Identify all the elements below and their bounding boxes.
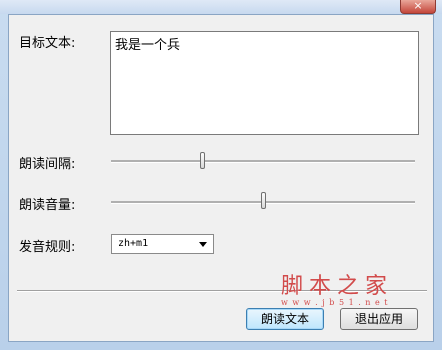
target-text-label: 目标文本: xyxy=(19,36,76,51)
rule-select-value: zh+m1 xyxy=(118,238,149,249)
interval-slider-track[interactable] xyxy=(111,160,415,163)
watermark: 脚本之家 w w w . j b 5 1 . n e t xyxy=(281,268,393,307)
volume-slider-thumb[interactable] xyxy=(260,192,266,209)
close-icon: × xyxy=(413,0,423,12)
exit-app-button[interactable]: 退出应用 xyxy=(340,308,418,330)
client-area: 目标文本: 我是一个兵 朗读间隔: 朗读音量: 发音规则: zh+m1 脚本之家… xyxy=(8,14,434,342)
watermark-subtitle: w w w . j b 5 1 . n e t xyxy=(281,298,389,307)
title-bar: × xyxy=(0,0,442,14)
target-text-input[interactable]: 我是一个兵 xyxy=(110,31,419,135)
rule-label: 发音规则: xyxy=(19,240,76,255)
volume-label: 朗读音量: xyxy=(19,198,76,213)
interval-slider-thumb[interactable] xyxy=(199,152,205,169)
read-text-button[interactable]: 朗读文本 xyxy=(246,308,324,330)
window-frame: × 目标文本: 我是一个兵 朗读间隔: 朗读音量: 发音规则: zh+m1 脚本… xyxy=(0,0,442,350)
close-button[interactable]: × xyxy=(400,0,436,14)
interval-label: 朗读间隔: xyxy=(19,157,76,172)
chevron-down-icon xyxy=(199,242,207,247)
watermark-title: 脚本之家 xyxy=(281,274,394,299)
rule-select[interactable]: zh+m1 xyxy=(111,234,214,254)
